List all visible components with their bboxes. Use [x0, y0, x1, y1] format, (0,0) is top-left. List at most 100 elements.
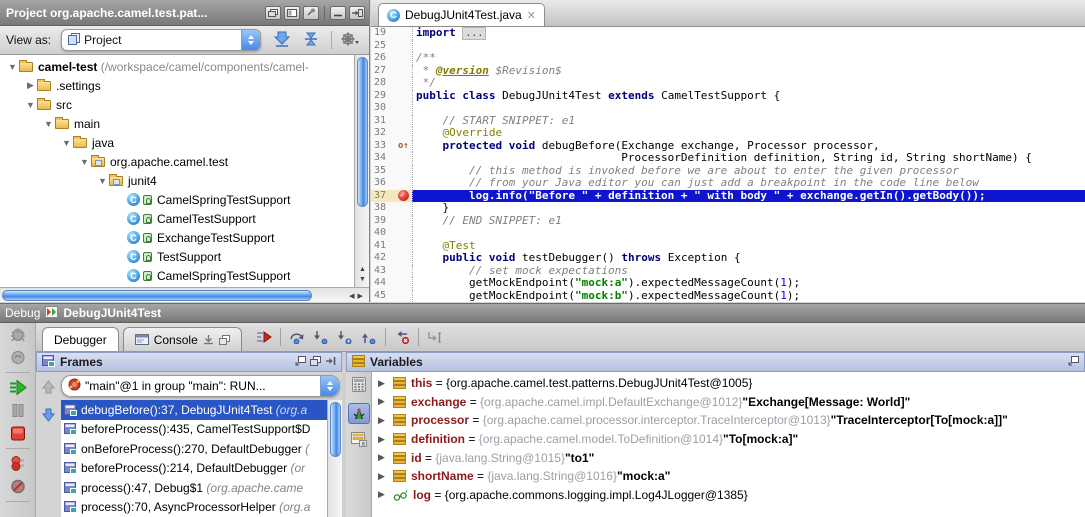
expand-arrow-icon[interactable]: ▶: [378, 415, 388, 426]
resume-button[interactable]: [9, 378, 27, 397]
lock-icon: [143, 214, 152, 224]
variable-row[interactable]: ▶this = {org.apache.camel.test.patterns.…: [372, 374, 1085, 393]
tree-item[interactable]: ▼java: [0, 133, 369, 152]
frame-row[interactable]: process():47, Debug$1 (org.apache.came: [61, 478, 327, 498]
tab-debugger[interactable]: Debugger: [42, 327, 119, 351]
code-line[interactable]: 45 getMockEndpoint("mock:b").expectedMes…: [371, 290, 1085, 303]
variable-row[interactable]: ▶id = {java.lang.String@1015}"to1": [372, 448, 1085, 467]
code-line[interactable]: 29public class DebugJUnit4Test extends C…: [371, 90, 1085, 103]
code-line[interactable]: 19import ...: [371, 27, 1085, 40]
expand-arrow-icon[interactable]: ▶: [378, 452, 388, 463]
close-tab-icon[interactable]: ✕: [527, 9, 536, 22]
frame-row[interactable]: beforeProcess():435, CamelTestSupport$D: [61, 420, 327, 440]
frames-vscrollbar[interactable]: [327, 400, 342, 517]
pop-frame-button[interactable]: [394, 330, 410, 344]
tree-item[interactable]: ▼main: [0, 114, 369, 133]
frame-down-button[interactable]: [41, 408, 56, 425]
float-panel-button[interactable]: [295, 355, 306, 369]
thread-combo-stepper[interactable]: [320, 375, 339, 397]
evaluate-expression-button[interactable]: [351, 377, 367, 395]
tree-item[interactable]: CCamelTestSupport: [0, 209, 369, 228]
editor-tab[interactable]: C DebugJUnit4Test.java ✕: [378, 3, 545, 26]
combo-stepper[interactable]: [241, 29, 260, 51]
project-tree-vscrollbar[interactable]: ▲▼: [354, 55, 369, 287]
thread-selector-value: "main"@1 in group "main": RUN...: [85, 379, 266, 393]
expand-arrow-icon[interactable]: ▶: [378, 434, 388, 445]
minimize-button[interactable]: [330, 6, 346, 20]
frame-row[interactable]: debugBefore():37, DebugJUnit4Test (org.a: [61, 400, 327, 420]
variable-row[interactable]: ▶log = {org.apache.commons.logging.impl.…: [372, 486, 1085, 505]
variable-row[interactable]: ▶exchange = {org.apache.camel.impl.Defau…: [372, 393, 1085, 412]
force-step-into-button[interactable]: [337, 330, 353, 344]
tree-expand-arrow[interactable]: ▼: [6, 62, 19, 72]
tree-expand-arrow[interactable]: ▼: [78, 157, 91, 167]
hide-panel-button[interactable]: [349, 6, 365, 20]
watch-duke-button[interactable]: [348, 403, 370, 424]
frame-up-button[interactable]: [41, 380, 56, 397]
code-line[interactable]: 40: [371, 227, 1085, 240]
step-into-button[interactable]: [313, 330, 329, 344]
float-panel-button[interactable]: [1068, 355, 1079, 369]
view-as-combo[interactable]: Project: [61, 29, 261, 51]
thread-selector[interactable]: "main"@1 in group "main": RUN...: [61, 375, 340, 397]
folder-icon: [37, 81, 51, 91]
override-marker-icon[interactable]: o↑: [398, 141, 410, 151]
code-line[interactable]: 25: [371, 40, 1085, 53]
restore-panel-button[interactable]: [310, 355, 321, 369]
tree-item[interactable]: ▼org.apache.camel.test: [0, 152, 369, 171]
pause-button[interactable]: [9, 401, 27, 420]
tree-expand-arrow[interactable]: ▼: [60, 138, 73, 148]
project-panel-header[interactable]: Project org.apache.camel.test.pat...: [0, 0, 369, 26]
stop-button[interactable]: [9, 424, 27, 443]
expand-arrow-icon[interactable]: ▶: [378, 396, 388, 407]
collapse-all-button[interactable]: [303, 31, 319, 50]
tree-item[interactable]: ▼junit4: [0, 171, 369, 190]
view-as-label: View as:: [6, 33, 51, 47]
code-line[interactable]: 27 * @version $Revision$: [371, 65, 1085, 78]
tree-item[interactable]: CTestSupport: [0, 247, 369, 266]
dock-panel-button[interactable]: [325, 355, 336, 369]
expand-arrow-icon[interactable]: ▶: [378, 489, 388, 500]
project-tree-hscrollbar[interactable]: ◀▶: [0, 287, 369, 302]
tree-item[interactable]: CExchangeTestSupport: [0, 228, 369, 247]
variable-row[interactable]: ▶definition = {org.apache.camel.model.To…: [372, 430, 1085, 449]
frame-row[interactable]: beforeProcess():214, DefaultDebugger (or: [61, 459, 327, 479]
tree-item[interactable]: CCamelSpringTestSupport: [0, 266, 369, 285]
breakpoint-icon[interactable]: [398, 190, 409, 201]
tree-expand-arrow[interactable]: ▶: [24, 80, 37, 91]
step-out-button[interactable]: [361, 330, 377, 344]
frame-row[interactable]: onBeforeProcess():270, DefaultDebugger (: [61, 439, 327, 459]
rerun-debug-button[interactable]: [9, 325, 27, 344]
tree-expand-arrow[interactable]: ▼: [42, 119, 55, 129]
tab-console[interactable]: Console: [123, 327, 242, 351]
expand-arrow-icon[interactable]: ▶: [378, 378, 388, 389]
step-over-button[interactable]: [289, 330, 305, 344]
show-execution-point-button[interactable]: [256, 330, 272, 344]
tree-expand-arrow[interactable]: ▼: [24, 100, 37, 110]
variable-row[interactable]: ▶shortName = {java.lang.String@1016}"moc…: [372, 467, 1085, 486]
mute-breakpoints-button[interactable]: [9, 477, 27, 496]
tree-item[interactable]: ▶.settings: [0, 76, 369, 95]
project-panel-buttons: [265, 6, 369, 20]
dock-window-button[interactable]: [284, 6, 300, 20]
auto-variables-button[interactable]: a: [351, 432, 367, 450]
expand-arrow-icon[interactable]: ▶: [378, 471, 388, 482]
view-breakpoints-button[interactable]: [9, 454, 27, 473]
tree-item[interactable]: ▼src: [0, 95, 369, 114]
run-to-cursor-button[interactable]: [427, 330, 443, 344]
float-window-button[interactable]: [265, 6, 281, 20]
debug-config-name: DebugJUnit4Test: [63, 306, 161, 320]
frame-row[interactable]: process():70, AsyncProcessorHelper (org.…: [61, 498, 327, 517]
tree-expand-arrow[interactable]: ▼: [96, 176, 109, 186]
code-area[interactable]: 19import ...2526/**27 * @version $Revisi…: [371, 27, 1085, 302]
tree-item[interactable]: ▼camel-test (/workspace/camel/components…: [0, 57, 369, 76]
settings-gear-button[interactable]: [340, 31, 360, 50]
pin-button[interactable]: [303, 6, 319, 20]
scroll-from-source-button[interactable]: [273, 31, 291, 50]
code-line[interactable]: 37 log.info("Before " + definition + " w…: [371, 190, 1085, 203]
smart-step-button[interactable]: [9, 348, 27, 367]
code-line[interactable]: 39 // END SNIPPET: e1: [371, 215, 1085, 228]
debug-panel-header[interactable]: Debug DebugJUnit4Test: [0, 304, 1085, 323]
variable-row[interactable]: ▶processor = {org.apache.camel.processor…: [372, 411, 1085, 430]
tree-item[interactable]: CCamelSpringTestSupport: [0, 190, 369, 209]
